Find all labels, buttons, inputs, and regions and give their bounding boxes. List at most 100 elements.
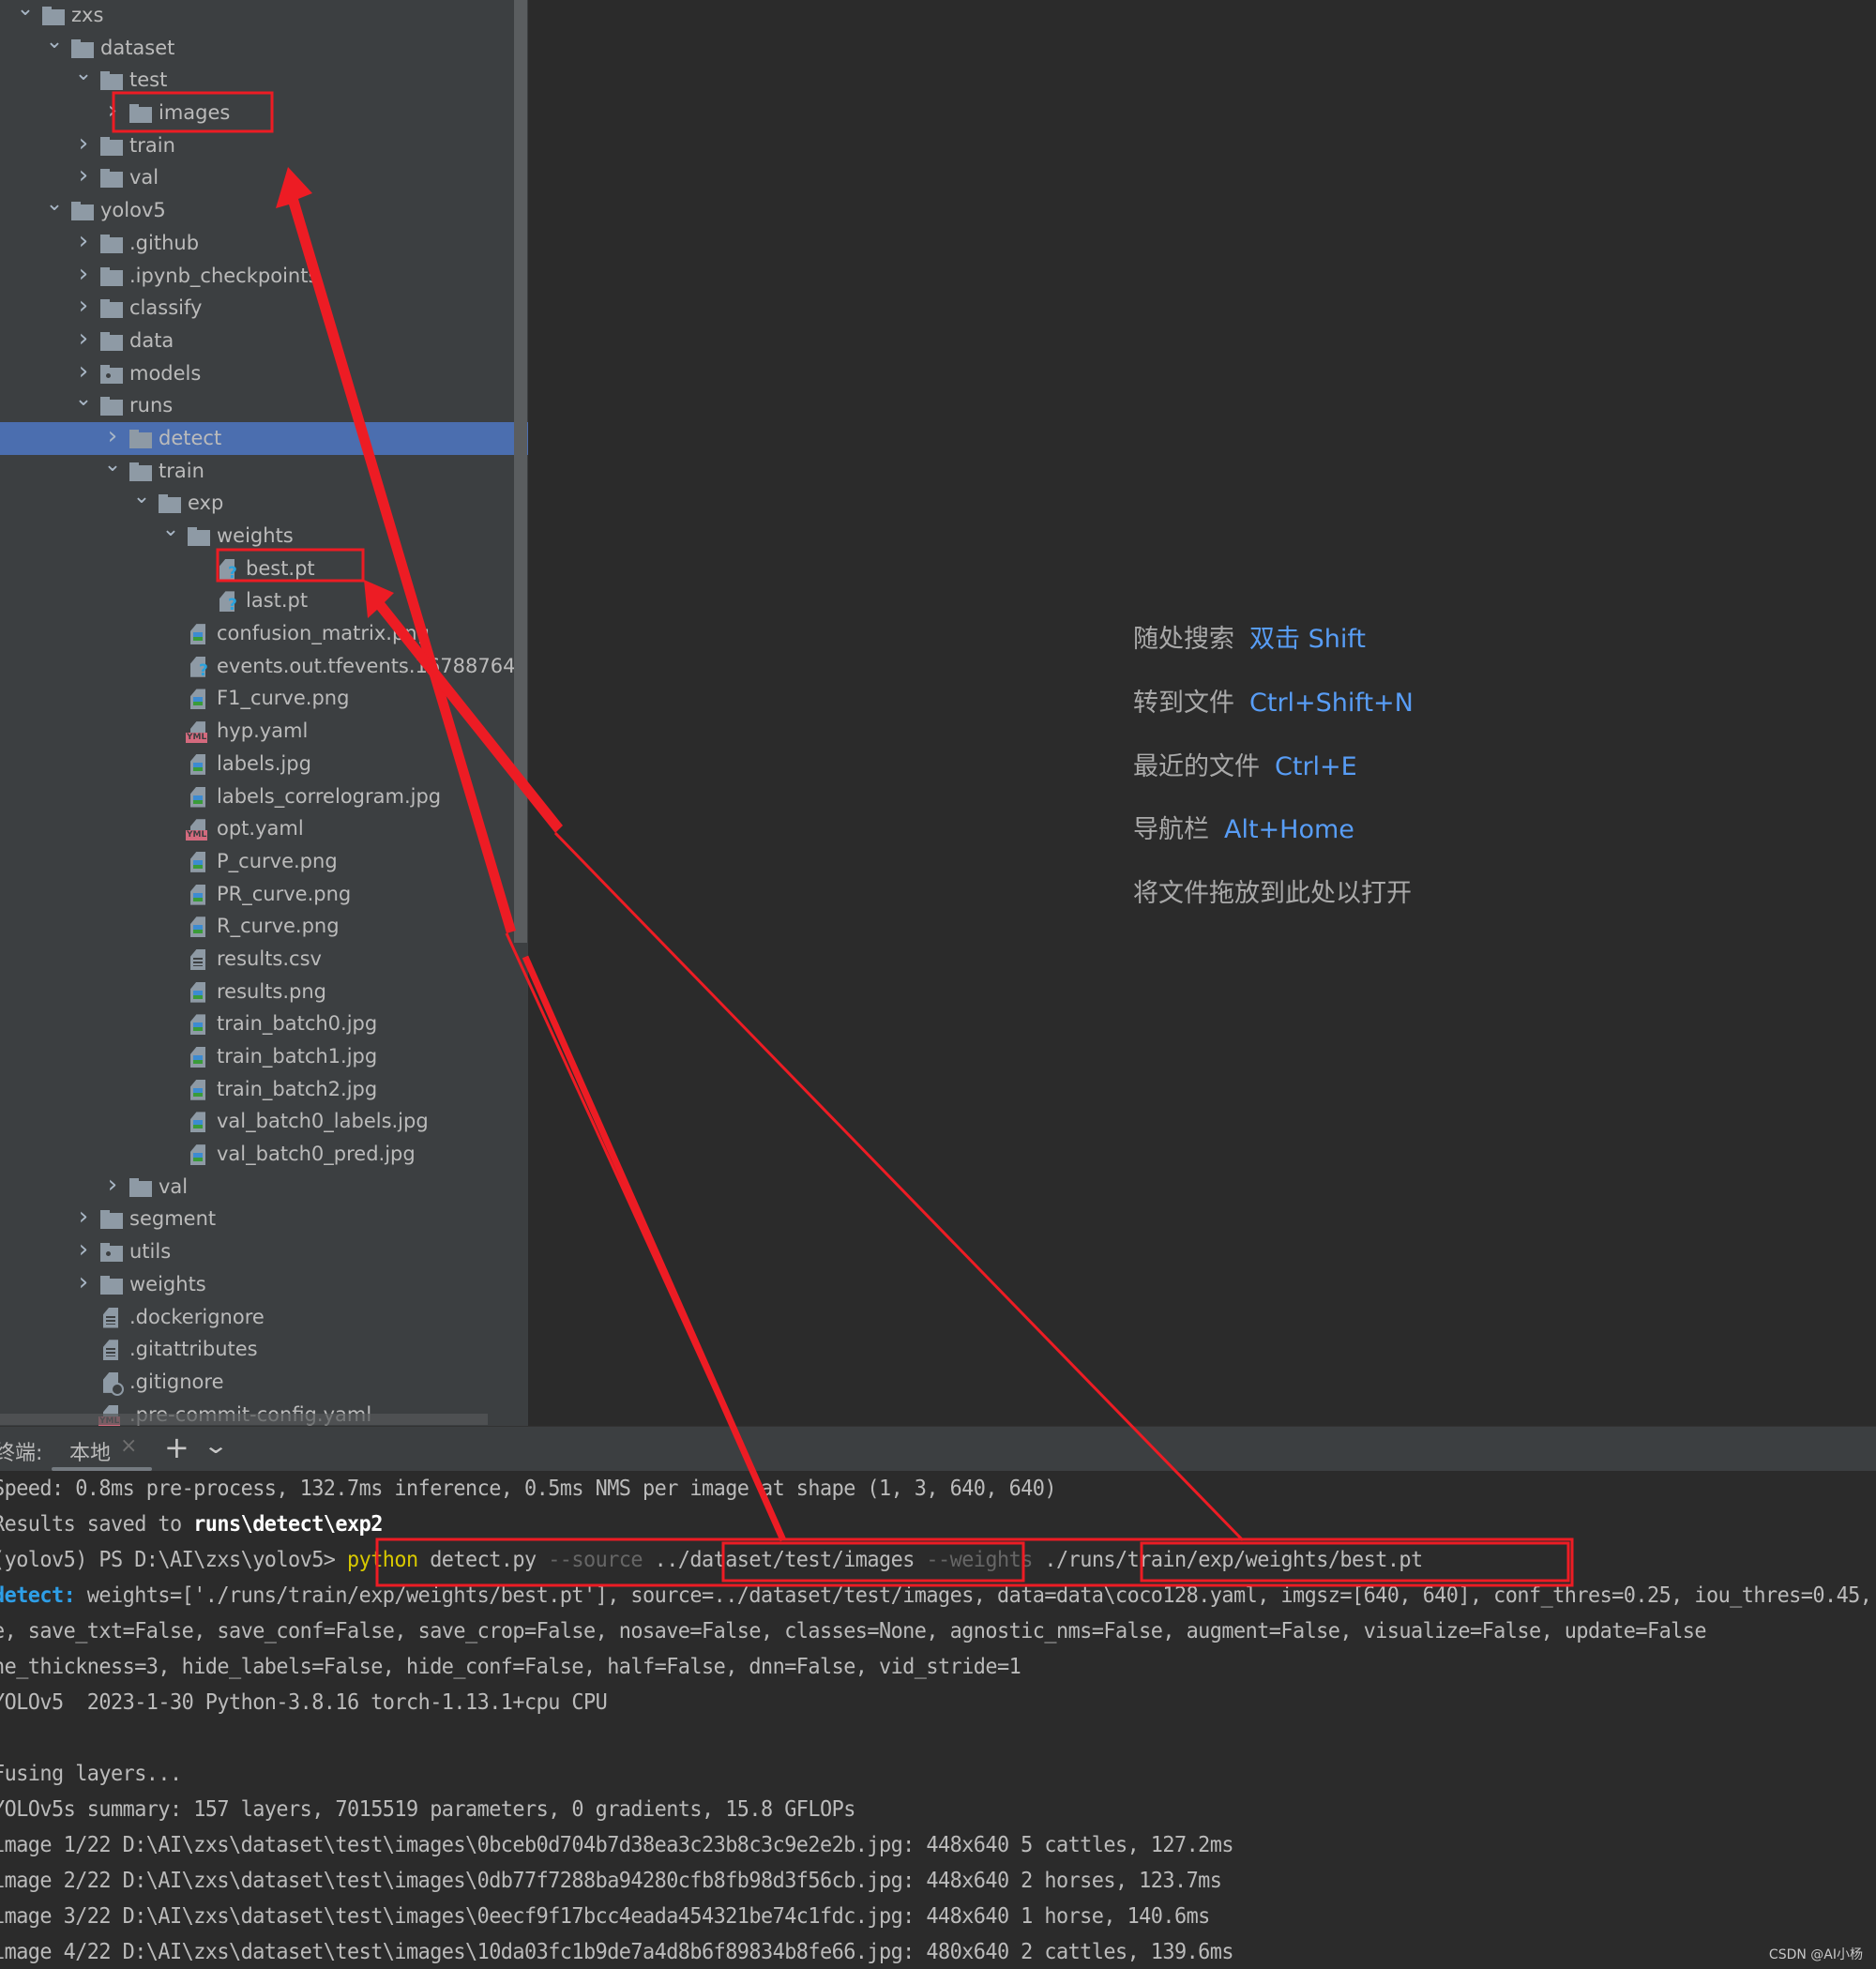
- chevron-down-icon[interactable]: ⌄: [74, 58, 93, 91]
- tree-item-label: last.pt: [246, 589, 309, 613]
- hint-label: 将文件拖放到此处以打开: [1133, 879, 1412, 908]
- folder-icon: [100, 1275, 123, 1295]
- tree-item[interactable]: › train: [0, 129, 528, 162]
- tree-item[interactable]: val_batch0_labels.jpg: [0, 1105, 528, 1138]
- tree-item[interactable]: R_curve.png: [0, 910, 528, 943]
- chevron-down-icon[interactable]: ⌄: [16, 0, 35, 26]
- detect-tag: detect:: [0, 1582, 76, 1608]
- tree-item[interactable]: › utils: [0, 1235, 528, 1268]
- chevron-right-icon[interactable]: ›: [74, 225, 93, 258]
- tree-item[interactable]: ⌄ weights: [0, 518, 528, 553]
- watermark: CSDN @AI小杨: [1768, 1947, 1863, 1962]
- image-file-icon: [188, 981, 210, 1003]
- text-file-icon: [100, 1307, 123, 1328]
- chevron-right-icon[interactable]: ›: [103, 420, 122, 453]
- prompt: (yolov5) PS D:\AI\zxs\yolov5>: [0, 1546, 348, 1572]
- cmd-weights-value: ./runs/train/exp/weights/best.pt: [1032, 1546, 1423, 1572]
- image-file-icon: [188, 916, 210, 938]
- folder-icon: [129, 1177, 152, 1197]
- tree-item[interactable]: › val: [0, 1171, 528, 1204]
- terminal-command-line: (yolov5) PS D:\AI\zxs\yolov5> python det…: [0, 1546, 1423, 1572]
- tree-item[interactable]: train_batch1.jpg: [0, 1040, 528, 1073]
- tree-item[interactable]: ? last.pt: [0, 584, 528, 617]
- chevron-down-icon[interactable]: ⌄: [132, 481, 151, 514]
- tree-item[interactable]: ⌄ test: [0, 62, 528, 97]
- unknown-file-icon: ?: [217, 591, 239, 614]
- tree-item[interactable]: › weights: [0, 1268, 528, 1301]
- chevron-right-icon[interactable]: ›: [74, 1266, 93, 1299]
- tree-item[interactable]: .gitignore: [0, 1366, 528, 1399]
- tree-item[interactable]: › segment: [0, 1203, 528, 1235]
- folder-icon: [100, 1210, 123, 1230]
- tree-item[interactable]: P_curve.png: [0, 845, 528, 878]
- chevron-down-icon[interactable]: ⌄: [45, 26, 64, 59]
- chevron-right-icon[interactable]: ›: [74, 128, 93, 160]
- tree-item[interactable]: › .github: [0, 227, 528, 260]
- tree-item-label: results.png: [217, 979, 326, 1003]
- tree-item[interactable]: results.png: [0, 976, 528, 1008]
- tree-item[interactable]: ? best.pt: [0, 553, 528, 585]
- chevron-down-icon[interactable]: ⌄: [161, 514, 180, 547]
- chevron-right-icon[interactable]: ›: [74, 1234, 93, 1266]
- tree-horizontal-scrollbar[interactable]: [0, 1414, 488, 1425]
- tree-item[interactable]: › .ipynb_checkpoints: [0, 260, 528, 293]
- chevron-right-icon[interactable]: ›: [74, 356, 93, 388]
- chevron-right-icon[interactable]: ›: [103, 95, 122, 128]
- chevron-down-icon[interactable]: ⌄: [74, 384, 93, 417]
- tree-item-label: labels_correlogram.jpg: [217, 784, 442, 808]
- folder-icon: [71, 202, 94, 221]
- tree-item[interactable]: train_batch0.jpg: [0, 1007, 528, 1040]
- tree-item[interactable]: ⌄ zxs: [0, 0, 528, 32]
- terminal-tab-local[interactable]: 本地: [69, 1436, 111, 1466]
- tree-item[interactable]: .dockerignore: [0, 1301, 528, 1334]
- tree-item[interactable]: › classify: [0, 292, 528, 325]
- tree-item-label: zxs: [71, 4, 104, 26]
- tree-item[interactable]: ⌄ train: [0, 453, 528, 488]
- chevron-right-icon[interactable]: ›: [74, 258, 93, 291]
- chevron-right-icon[interactable]: ›: [74, 290, 93, 323]
- tree-item-label: events.out.tfevents.1678876497.: [217, 654, 528, 677]
- terminal-toolbar: 终端: 本地 × + ⌄: [0, 1426, 1876, 1472]
- folder-icon: [129, 429, 152, 448]
- tree-item[interactable]: ? events.out.tfevents.1678876497.: [0, 650, 528, 683]
- tree-item[interactable]: › detect: [0, 420, 528, 455]
- new-terminal-button[interactable]: +: [164, 1430, 189, 1465]
- folder-icon: [100, 71, 123, 91]
- tree-item-label: segment: [129, 1207, 217, 1231]
- tree-item-label: train_batch2.jpg: [217, 1077, 378, 1100]
- tree-item[interactable]: ⌄ runs: [0, 387, 528, 422]
- tree-item[interactable]: train_batch2.jpg: [0, 1073, 528, 1106]
- tree-item[interactable]: › data: [0, 325, 528, 357]
- chevron-right-icon[interactable]: ›: [74, 1201, 93, 1234]
- chevron-down-icon[interactable]: ⌄: [203, 1432, 229, 1459]
- close-icon[interactable]: ×: [120, 1434, 137, 1458]
- chevron-down-icon[interactable]: ⌄: [103, 449, 122, 482]
- tree-item-label: .ipynb_checkpoints: [129, 264, 319, 287]
- chevron-down-icon[interactable]: ⌄: [45, 189, 64, 221]
- tree-item[interactable]: PR_curve.png: [0, 878, 528, 911]
- tree-item[interactable]: .gitattributes: [0, 1333, 528, 1366]
- chevron-right-icon[interactable]: ›: [74, 323, 93, 356]
- image-file-icon: [188, 689, 210, 710]
- tree-item[interactable]: ⌄ yolov5: [0, 192, 528, 227]
- chevron-right-icon[interactable]: ›: [74, 159, 93, 192]
- folder-icon: [100, 299, 123, 319]
- tree-item[interactable]: F1_curve.png: [0, 682, 528, 715]
- tree-item[interactable]: ⌄ exp: [0, 485, 528, 520]
- tree-item[interactable]: YML hyp.yaml: [0, 715, 528, 748]
- tree-item[interactable]: › images: [0, 97, 528, 129]
- tree-item[interactable]: › val: [0, 161, 528, 194]
- chevron-right-icon[interactable]: ›: [103, 1169, 122, 1202]
- tree-item[interactable]: val_batch0_pred.jpg: [0, 1138, 528, 1171]
- cmd-script: detect.py: [417, 1546, 549, 1572]
- folder-icon: [100, 169, 123, 189]
- tree-item[interactable]: results.csv: [0, 943, 528, 976]
- tree-item-label: weights: [129, 1272, 206, 1295]
- tree-vertical-scrollbar[interactable]: [514, 0, 527, 943]
- tree-item[interactable]: labels.jpg: [0, 748, 528, 780]
- terminal-output[interactable]: Speed: 0.8ms pre-process, 132.7ms infere…: [0, 1471, 1876, 1969]
- tree-item[interactable]: labels_correlogram.jpg: [0, 780, 528, 813]
- tree-item[interactable]: confusion_matrix.png: [0, 617, 528, 650]
- tree-item[interactable]: YML opt.yaml: [0, 812, 528, 845]
- args-text: weights=['./runs/train/exp/weights/best.…: [86, 1582, 1872, 1608]
